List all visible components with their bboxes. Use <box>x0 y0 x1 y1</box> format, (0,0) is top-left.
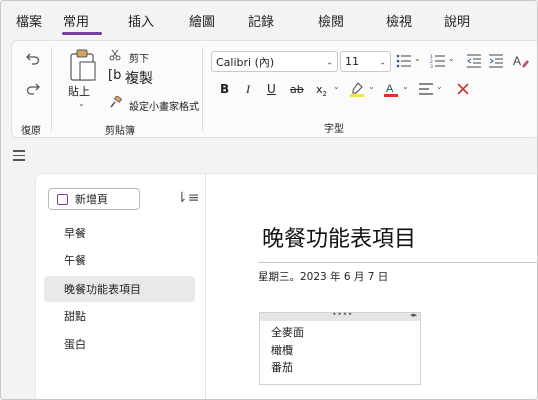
page-item-lunch[interactable]: 午餐 <box>44 247 195 273</box>
font-group-label: 字型 <box>324 124 344 135</box>
navigation-toggle-icon[interactable] <box>13 150 25 161</box>
page-item-breakfast[interactable]: 早餐 <box>44 220 195 246</box>
page-item-label: 午餐 <box>64 254 86 267</box>
decrease-indent-icon[interactable] <box>466 54 482 68</box>
subscript-chevron-icon[interactable]: ⌄ <box>333 82 340 91</box>
font-size-value: 11 <box>345 55 359 68</box>
add-page-label: 新增頁 <box>75 193 108 206</box>
bullets-chevron-icon[interactable]: ⌄ <box>414 54 421 63</box>
add-page-button[interactable]: 新增頁 <box>48 188 140 210</box>
note-line[interactable]: 番茄 <box>271 359 293 375</box>
sort-icon[interactable]: ⇂≡ <box>176 190 199 206</box>
copy-icon[interactable]: [b <box>108 68 121 83</box>
increase-indent-icon[interactable] <box>488 54 504 68</box>
align-icon[interactable] <box>418 82 434 96</box>
note-line[interactable]: 橄欖 <box>271 342 293 358</box>
ribbon: 復原 貼上 ⌄ 剪下 [b 複製 設定小畫家格式 剪貼簿 Calibri (內)… <box>11 40 537 138</box>
page-item-dessert[interactable]: 甜點 <box>44 303 195 329</box>
tab-file[interactable]: 檔案 <box>16 11 42 30</box>
redo-icon[interactable] <box>24 79 42 97</box>
tab-history[interactable]: 記錄 <box>248 11 274 30</box>
group-divider <box>51 47 52 131</box>
active-tab-indicator <box>62 32 102 35</box>
cut-label[interactable]: 剪下 <box>129 50 149 65</box>
page-item-label: 蛋白 <box>64 338 86 351</box>
copy-label[interactable]: 複製 <box>125 68 153 88</box>
bold-button[interactable]: B <box>220 82 229 96</box>
format-painter-label[interactable]: 設定小畫家格式 <box>129 98 199 113</box>
undo-icon[interactable] <box>24 49 42 67</box>
tab-view[interactable]: 檢視 <box>386 11 412 30</box>
tab-home[interactable]: 常用 <box>63 11 89 30</box>
tab-draw[interactable]: 繪圖 <box>189 11 215 30</box>
page-list-panel: 新增頁 ⇂≡ 早餐 午餐 晚餐功能表項目 甜點 蛋白 <box>35 173 205 399</box>
italic-button[interactable]: I <box>246 82 250 97</box>
tab-review[interactable]: 檢閱 <box>318 11 344 30</box>
scissors-icon[interactable] <box>109 49 121 61</box>
group-divider <box>202 47 203 131</box>
undo-group-label: 復原 <box>21 126 41 137</box>
page-item-dinner-menu[interactable]: 晚餐功能表項目 <box>44 276 195 302</box>
subscript-button[interactable]: x2 <box>316 83 327 98</box>
paste-label[interactable]: 貼上 <box>68 83 90 99</box>
resize-arrows-icon[interactable]: ◂▸ <box>410 311 417 319</box>
font-name-dropdown[interactable]: Calibri (內) ⌄ <box>211 51 338 72</box>
page-date: 星期三。2023 年 6 月 7 日 <box>258 271 389 283</box>
clipboard-group-label: 剪貼簿 <box>105 126 135 137</box>
note-line[interactable]: 全麥面 <box>271 324 304 340</box>
page-item-label: 早餐 <box>64 227 86 240</box>
onenote-window: 檔案 常用 插入 繪圖 記錄 檢閱 檢視 說明 復原 貼上 ⌄ 剪下 [b 複製 <box>0 0 538 400</box>
numbering-icon[interactable]: 123 <box>430 54 446 68</box>
drag-handle-icon[interactable]: • • • • <box>332 310 352 319</box>
chevron-down-icon: ⌄ <box>326 57 333 66</box>
page-canvas[interactable]: 晚餐功能表項目 星期三。2023 年 6 月 7 日 • • • • ◂▸ 全麥… <box>206 173 537 399</box>
tab-insert[interactable]: 插入 <box>128 11 154 30</box>
page-item-egg-white[interactable]: 蛋白 <box>44 331 195 357</box>
bullets-icon[interactable] <box>396 54 412 68</box>
page-item-label: 晚餐功能表項目 <box>64 283 141 296</box>
ribbon-tabs: 檔案 常用 插入 繪圖 記錄 檢閱 檢視 說明 <box>1 1 537 39</box>
delete-icon[interactable] <box>456 82 470 96</box>
highlight-icon[interactable] <box>349 81 365 97</box>
strikethrough-button[interactable]: ab <box>290 83 304 96</box>
svg-text:A: A <box>513 54 521 68</box>
highlight-chevron-icon[interactable]: ⌄ <box>368 82 375 91</box>
chevron-down-icon: ⌄ <box>379 57 386 66</box>
paste-chevron-icon[interactable]: ⌄ <box>78 99 85 108</box>
svg-text:A: A <box>386 83 394 95</box>
underline-button[interactable]: U <box>267 82 276 96</box>
note-container[interactable]: • • • • ◂▸ 全麥面 橄欖 番茄 <box>259 310 421 385</box>
add-page-icon <box>57 193 68 205</box>
clear-formatting-icon[interactable]: A <box>513 53 529 69</box>
title-underline <box>258 262 537 263</box>
note-container-handle[interactable]: • • • • ◂▸ <box>260 310 420 321</box>
font-color-icon[interactable]: A <box>383 81 399 97</box>
font-size-dropdown[interactable]: 11 ⌄ <box>340 51 391 72</box>
page-title[interactable]: 晚餐功能表項目 <box>262 221 416 253</box>
numbering-chevron-icon[interactable]: ⌄ <box>448 54 455 63</box>
format-painter-icon[interactable] <box>109 96 122 109</box>
font-color-chevron-icon[interactable]: ⌄ <box>402 82 409 91</box>
svg-text:3: 3 <box>430 64 433 68</box>
page-item-label: 甜點 <box>64 310 86 323</box>
paste-icon[interactable] <box>67 47 99 83</box>
font-name-value: Calibri (內) <box>216 55 275 69</box>
tab-help[interactable]: 說明 <box>444 11 470 30</box>
align-chevron-icon[interactable]: ⌄ <box>436 82 443 91</box>
